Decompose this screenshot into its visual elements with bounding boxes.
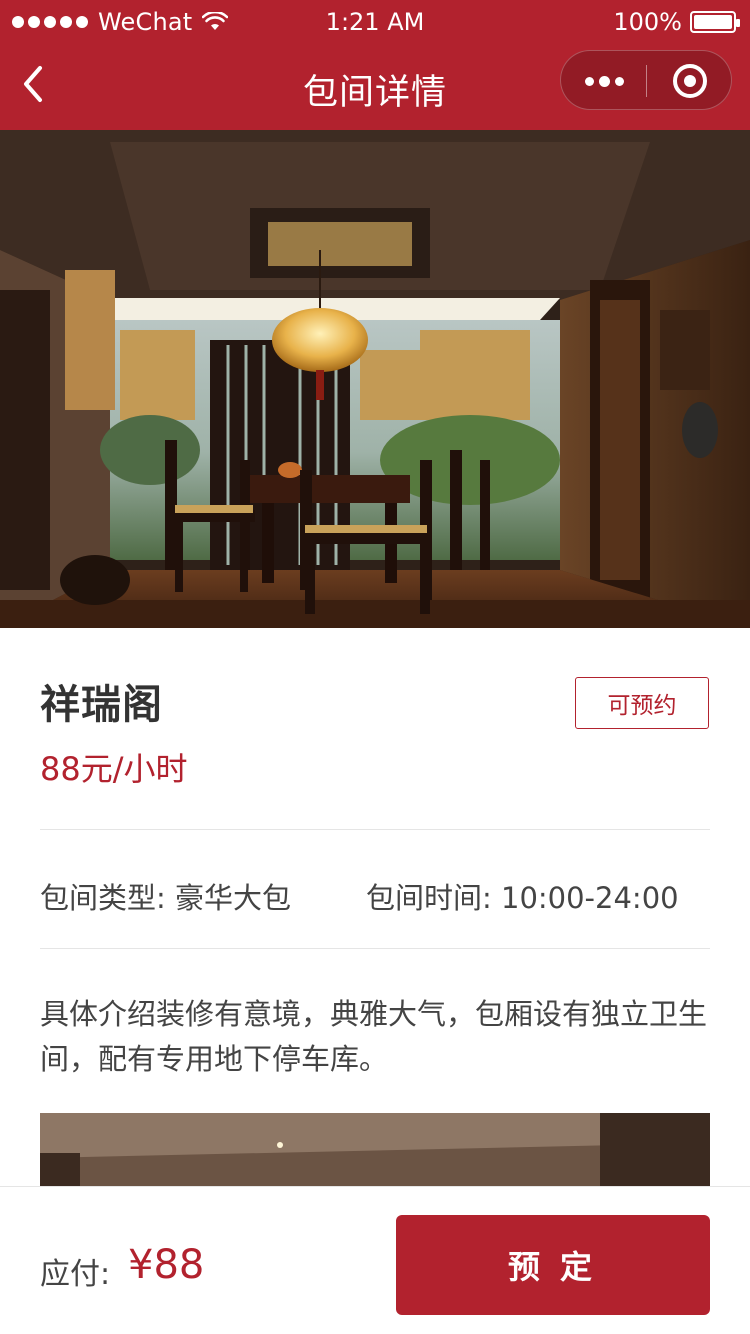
battery-icon: [690, 11, 740, 33]
book-button[interactable]: 预定: [396, 1215, 710, 1315]
room-interior-illustration: [0, 130, 750, 628]
room-hours: 包间时间: 10:00-24:00: [366, 881, 679, 915]
close-mini-program-button[interactable]: [647, 51, 733, 111]
room-description: 具体介绍装修有意境，典雅大气，包厢设有独立卫生间，配有专用地下停车库。: [40, 997, 708, 1076]
status-right: 100%: [613, 8, 740, 36]
top-bar: WeChat 1:21 AM 100% 包间详情: [0, 0, 750, 130]
more-options-button[interactable]: [561, 51, 647, 111]
pay-label: 应付:: [40, 1257, 111, 1292]
availability-badge: 可预约: [575, 677, 709, 729]
mini-program-capsule: [560, 50, 732, 110]
room-name: 祥瑞阁: [40, 682, 163, 728]
room-price: 88元/小时: [40, 750, 188, 788]
room-interior-illustration-secondary: [40, 1113, 710, 1187]
room-photo: [0, 130, 750, 628]
battery-percent: 100%: [613, 8, 682, 36]
bottom-action-bar: 应付: ¥88 预定: [0, 1186, 750, 1334]
pay-amount: ¥88: [128, 1242, 205, 1288]
room-photo-secondary: [40, 1113, 710, 1187]
nav-bar: 包间详情: [0, 42, 750, 130]
target-circle-icon: [673, 64, 707, 98]
room-type: 包间类型: 豪华大包: [40, 881, 291, 915]
divider: [40, 948, 710, 949]
status-bar: WeChat 1:21 AM 100%: [0, 0, 750, 42]
divider: [40, 829, 710, 830]
